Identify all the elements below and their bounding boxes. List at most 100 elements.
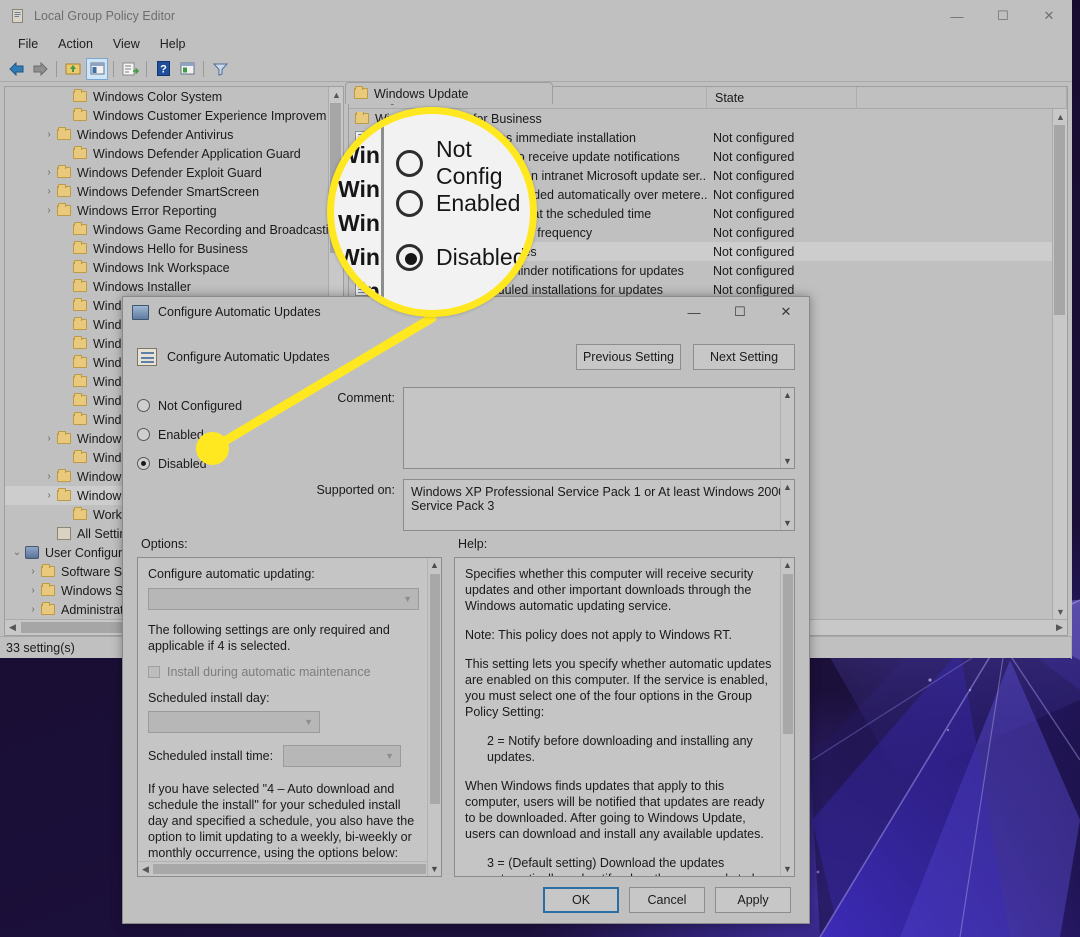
policy-icon	[137, 348, 157, 366]
help-scroll-down-icon[interactable]: ▼	[783, 864, 792, 874]
tree-item[interactable]: Windows Customer Experience Improvem	[5, 106, 343, 125]
maximize-button[interactable]: ☐	[980, 0, 1026, 32]
comment-scroll-down-icon[interactable]: ▼	[783, 456, 792, 466]
list-scroll-up-icon[interactable]: ▲	[1053, 109, 1067, 124]
magnified-radio-disabled[interactable]: Disabled	[396, 244, 526, 271]
radio-not-configured-indicator[interactable]	[137, 399, 150, 412]
menu-help[interactable]: Help	[150, 35, 196, 53]
tree-expander-icon[interactable]: ›	[41, 490, 57, 501]
magnified-bg-word: Win	[338, 142, 380, 168]
tree-expander-icon[interactable]: ›	[25, 566, 41, 577]
next-setting-button[interactable]: Next Setting	[693, 344, 795, 370]
supported-scroll-up-icon[interactable]: ▲	[783, 482, 792, 492]
options-scroll-thumb[interactable]	[429, 574, 440, 804]
tree-item[interactable]: › Windows Error Reporting	[5, 201, 343, 220]
tree-expander-icon[interactable]: ›	[25, 604, 41, 615]
tree-expander-icon[interactable]: ›	[41, 471, 57, 482]
setting-state-cell: Not configured	[713, 130, 795, 145]
filter-icon[interactable]	[209, 58, 231, 80]
column-header-state[interactable]: State	[707, 87, 857, 109]
list-vertical-scrollbar[interactable]: ▲ ▼	[1052, 109, 1067, 619]
list-scroll-down-icon[interactable]: ▼	[1053, 604, 1067, 619]
supported-scroll-down-icon[interactable]: ▼	[783, 518, 792, 528]
options-hscroll-thumb[interactable]	[153, 864, 426, 874]
tree-expander-icon[interactable]: ›	[41, 186, 57, 197]
back-icon[interactable]	[5, 58, 27, 80]
column-header-comment[interactable]	[857, 87, 1067, 109]
tree-scroll-left-icon[interactable]: ◀	[5, 620, 20, 635]
tree-expander-icon[interactable]: ›	[41, 205, 57, 216]
tree-item[interactable]: › Windows Defender Antivirus	[5, 125, 343, 144]
export-list-icon[interactable]	[119, 58, 141, 80]
magnified-radio-enabled[interactable]: Enabled	[396, 190, 520, 217]
radio-not-configured[interactable]: Not Configured	[137, 391, 295, 420]
tree-expander-icon[interactable]: ⌄	[9, 547, 25, 558]
close-button[interactable]: ✕	[1026, 0, 1072, 32]
radio-disabled-indicator[interactable]	[137, 457, 150, 470]
tree-expander-icon[interactable]: ›	[25, 585, 41, 596]
minimize-button[interactable]: —	[934, 0, 980, 32]
dialog-close-button[interactable]: ✕	[763, 297, 809, 327]
radio-enabled-indicator[interactable]	[137, 428, 150, 441]
help-scroll-up-icon[interactable]: ▲	[783, 560, 792, 570]
supported-on-textarea[interactable]: Windows XP Professional Service Pack 1 o…	[403, 479, 795, 531]
options-scroll-down-icon[interactable]: ▼	[430, 864, 439, 874]
tree-item[interactable]: Windows Game Recording and Broadcasti	[5, 220, 343, 239]
magnified-radio-not-configured-indicator[interactable]	[396, 149, 423, 177]
tree-item[interactable]: › Windows Defender Exploit Guard	[5, 163, 343, 182]
comment-textarea[interactable]: ▲ ▼	[403, 387, 795, 469]
options-horizontal-scrollbar[interactable]: ◀ ▶	[138, 861, 441, 876]
list-pane-tab[interactable]: Windows Update	[345, 82, 553, 104]
magnifier-circle: Win Win Win Win Win Not Config Enabled D…	[327, 107, 537, 317]
tree-item-label: Windows Installer	[93, 279, 191, 294]
tree-item[interactable]: Windows Color System	[5, 87, 343, 106]
tree-item[interactable]: Windows Defender Application Guard	[5, 144, 343, 163]
properties-icon[interactable]	[176, 58, 198, 80]
menu-file[interactable]: File	[8, 35, 48, 53]
tree-expander-icon[interactable]: ›	[41, 129, 57, 140]
dialog-minimize-button[interactable]: —	[671, 297, 717, 327]
magnified-radio-not-configured[interactable]: Not Config	[396, 136, 530, 190]
options-panel: Options: Configure automatic updating: ▼…	[137, 531, 442, 877]
tree-item[interactable]: Windows Installer	[5, 277, 343, 296]
help-scroll-thumb[interactable]	[782, 574, 793, 734]
tree-scroll-up-icon[interactable]: ▲	[329, 87, 343, 102]
show-hide-tree-icon[interactable]	[86, 57, 108, 80]
menu-view[interactable]: View	[103, 35, 150, 53]
scheduled-time-combobox[interactable]: ▼	[283, 745, 402, 767]
options-scroll-left-icon[interactable]: ◀	[138, 862, 153, 877]
ok-button[interactable]: OK	[543, 887, 619, 913]
tree-item[interactable]: Windows Ink Workspace	[5, 258, 343, 277]
previous-setting-button[interactable]: Previous Setting	[575, 344, 681, 370]
dialog-maximize-button[interactable]: ☐	[717, 297, 763, 327]
menu-action[interactable]: Action	[48, 35, 103, 53]
help-icon[interactable]: ?	[152, 58, 174, 80]
apply-button[interactable]: Apply	[715, 887, 791, 913]
options-vertical-scrollbar[interactable]: ▲ ▼	[427, 558, 441, 876]
list-scroll-thumb[interactable]	[1054, 125, 1065, 315]
supported-scrollbar[interactable]: ▲ ▼	[780, 480, 794, 530]
tree-expander-icon[interactable]: ›	[41, 433, 57, 444]
tree-item-label: Windows Color System	[93, 89, 223, 104]
list-scroll-right-icon[interactable]: ▶	[1052, 620, 1067, 635]
forward-icon[interactable]	[29, 58, 51, 80]
supported-on-label: Supported on:	[316, 483, 395, 497]
tree-item[interactable]: › Windows Defender SmartScreen	[5, 182, 343, 201]
tree-expander-icon[interactable]: ›	[41, 167, 57, 178]
comment-scrollbar[interactable]: ▲ ▼	[780, 388, 794, 468]
cancel-button[interactable]: Cancel	[629, 887, 705, 913]
svg-text:?: ?	[160, 64, 167, 76]
options-scroll-up-icon[interactable]: ▲	[430, 560, 439, 570]
install-maintenance-checkbox[interactable]	[148, 666, 160, 678]
magnified-radio-disabled-indicator[interactable]	[396, 244, 423, 271]
help-vertical-scrollbar[interactable]: ▲ ▼	[780, 558, 794, 876]
tree-item-label: Windows Hello for Business	[93, 241, 248, 256]
tree-item[interactable]: Windows Hello for Business	[5, 239, 343, 258]
up-one-level-icon[interactable]	[62, 58, 84, 80]
comment-scroll-up-icon[interactable]: ▲	[783, 390, 792, 400]
install-maintenance-checkbox-row[interactable]: Install during automatic maintenance	[148, 664, 419, 680]
magnified-radio-enabled-indicator[interactable]	[396, 190, 423, 217]
folder-icon	[73, 393, 87, 406]
scheduled-day-combobox[interactable]: ▼	[148, 711, 320, 733]
configure-updating-combobox[interactable]: ▼	[148, 588, 419, 610]
